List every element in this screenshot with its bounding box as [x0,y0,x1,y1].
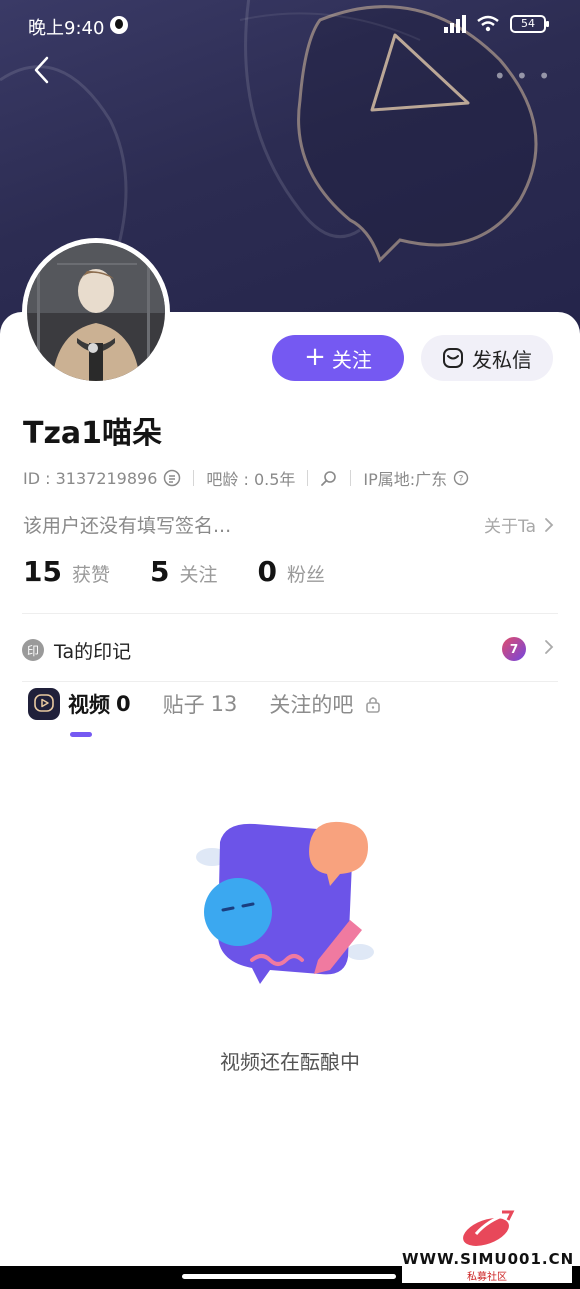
tab-count: 0 [116,692,131,716]
watermark: WWW.SIMU001.CN 私募社区 [402,1206,575,1284]
divider [22,681,558,682]
back-icon[interactable] [30,56,54,84]
stat-number: 15 [23,555,62,588]
about-link[interactable]: 关于Ta [484,512,554,537]
bar-age: 吧龄 : 0.5年 [206,470,296,489]
avatar[interactable] [22,238,170,386]
tab-label: 视频 [68,693,110,717]
imprint-row[interactable]: 印 Ta的印记 7 [22,635,558,665]
message-button[interactable]: 发私信 [421,335,553,381]
level-badge-icon: 7 [502,637,526,661]
follow-button[interactable]: + 关注 [272,335,404,381]
tab-videos[interactable]: 视频 0 [28,688,131,720]
stats-row: 15 获赞 5 关注 0 粉丝 [23,555,365,588]
stat-number: 5 [149,555,170,588]
message-label: 发私信 [472,347,532,372]
qq-icon [110,16,128,34]
divider [22,613,558,614]
copy-icon[interactable] [163,469,181,487]
svg-text:?: ? [459,475,464,485]
stat-fans[interactable]: 0 粉丝 [257,555,325,588]
avatar-photo [27,243,165,381]
content-tabs: 视频 0 贴子 13 关注的吧 [28,688,413,720]
message-icon [443,348,463,368]
status-bar: 晚上9:40 54 [0,0,580,52]
follow-label: 关注 [331,347,372,372]
chevron-right-icon [545,640,554,654]
empty-state-text: 视频还在酝酿中 [220,1050,360,1074]
username: Tza1喵朵 [23,416,163,451]
tab-label: 贴子 [162,693,205,717]
stat-label: 粉丝 [286,564,325,586]
help-icon[interactable]: ? [453,470,469,486]
imprint-label: Ta的印记 [54,640,132,663]
empty-video-illustration [196,821,374,984]
search-icon[interactable] [320,469,338,487]
stat-number: 0 [257,555,277,588]
tab-label: 关注的吧 [269,693,354,717]
chevron-right-icon [545,517,554,532]
battery-icon: 54 [510,15,549,33]
tab-active-indicator [70,732,92,737]
seal-icon: 印 [22,639,44,661]
stat-label: 获赞 [71,564,110,586]
stat-likes[interactable]: 15 获赞 [23,555,110,588]
watermark-logo-icon [463,1210,515,1246]
plus-icon: + [304,342,326,372]
tab-followed-bars[interactable]: 关注的吧 [269,689,381,719]
profile-card [0,312,580,1289]
wifi-icon [477,15,499,32]
video-tab-icon [28,688,60,720]
watermark-site: WWW.SIMU001.CN [402,1250,575,1268]
stat-following[interactable]: 5 关注 [150,555,218,588]
ip-location: IP属地:广东 [363,470,448,489]
more-icon[interactable]: • • • [494,64,552,88]
watermark-sub: 私募社区 [402,1268,572,1283]
tab-posts[interactable]: 贴子 13 [163,689,238,719]
tab-count: 13 [210,692,238,716]
profile-meta: ID : 3137219896 吧龄 : 0.5年 IP属地:广东 ? [23,466,469,490]
signature: 该用户还没有填写签名... [23,515,232,537]
home-indicator[interactable] [182,1274,396,1279]
stat-label: 关注 [179,564,218,586]
status-time: 晚上9:40 [28,18,105,39]
lock-icon [366,697,381,713]
user-id: ID : 3137219896 [23,468,158,488]
about-label: 关于Ta [484,517,536,537]
signal-icon [444,15,466,33]
